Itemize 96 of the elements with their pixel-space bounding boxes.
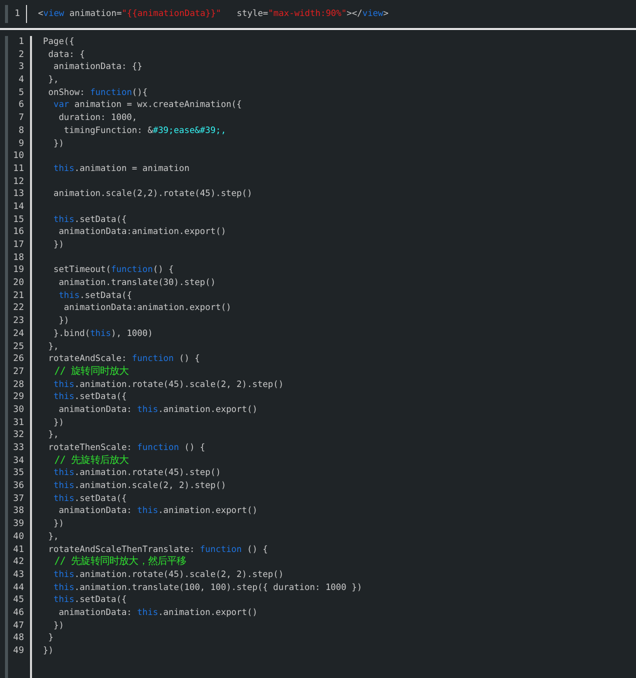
line-number: 34 <box>13 454 24 468</box>
code-line: }) <box>52 416 65 430</box>
code-line: animationData: this.animation.export() <box>58 505 258 518</box>
code-line: rotateThenScale: function () { <box>47 442 206 454</box>
line-number: 11 <box>13 162 24 176</box>
code-line: onShow: function(){ <box>47 86 149 100</box>
code-line: animation.translate(30).step() <box>58 277 217 290</box>
line-number: 24 <box>13 328 24 340</box>
line-number: 5 <box>18 86 24 100</box>
line-number: 1 <box>18 36 24 49</box>
code-line: this.setData({ <box>52 492 128 506</box>
code-line: rotateAndScale: function () { <box>47 353 201 366</box>
line-number: 45 <box>13 594 24 607</box>
line-number: 43 <box>13 568 24 582</box>
code-line: this.animation.scale(2, 2).step() <box>52 480 228 493</box>
code-line: Page({ <box>43 36 76 49</box>
code-line: timingFunction: &#39;ease&#39;, <box>62 124 228 138</box>
line-number: 35 <box>13 467 24 480</box>
line-number: 2 <box>18 48 24 62</box>
line-number: 37 <box>13 492 24 506</box>
line-number: 25 <box>13 340 24 354</box>
code-line: }) <box>52 518 65 531</box>
line-number: 13 <box>13 188 24 201</box>
line-number: 18 <box>13 252 24 264</box>
line-number: 36 <box>13 480 24 493</box>
line-number: 23 <box>13 315 24 328</box>
line-number: 20 <box>13 277 24 290</box>
code-line: // 先旋转后放大 <box>53 454 130 468</box>
line-number: 30 <box>13 404 24 417</box>
line-number: 1 <box>14 9 20 19</box>
line-number: 29 <box>13 391 24 404</box>
code-line: }, <box>47 530 60 544</box>
code-line: animationData: this.animation.export() <box>58 606 258 620</box>
code-line: rotateAndScaleThenTranslate: function () { <box>47 544 269 556</box>
code-line: duration: 1000, <box>58 112 138 125</box>
line-number: 32 <box>13 429 24 442</box>
code-line: }) <box>43 645 54 658</box>
line-number: 44 <box>13 582 24 594</box>
code-line: // 旋转同时放大 <box>53 366 130 379</box>
code-line: this.setData({ <box>52 594 128 607</box>
line-number: 47 <box>13 620 24 632</box>
line-number: 4 <box>18 74 24 87</box>
code-line: this.animation = animation <box>52 162 190 176</box>
code-line: }, <box>47 340 60 354</box>
code-line: animationData:animation.export() <box>58 226 228 239</box>
code-line: this.setData({ <box>52 391 128 404</box>
line-number: 27 <box>13 366 24 379</box>
line-number: 39 <box>13 518 24 531</box>
line-number: 46 <box>13 606 24 620</box>
line-number: 33 <box>13 442 24 455</box>
line-number: 19 <box>13 264 24 278</box>
code-line: this.setData({ <box>52 214 128 226</box>
line-number: 16 <box>13 226 24 239</box>
code-line: var animation = wx.createAnimation({ <box>52 99 243 112</box>
line-number: 17 <box>13 239 24 252</box>
code-line: }.bind(this), 1000) <box>52 328 154 340</box>
code-line: this.animation.rotate(45).scale(2, 2).step() <box>52 568 285 582</box>
line-number: 49 <box>13 645 24 658</box>
code-line: animation.scale(2,2).rotate(45).step() <box>52 188 254 201</box>
code-line: this.animation.rotate(45).step() <box>52 467 222 480</box>
code-line: animationData: {} <box>52 61 144 74</box>
line-number: 6 <box>18 99 24 112</box>
line-number: 31 <box>13 416 24 430</box>
line-number: 15 <box>13 214 24 226</box>
code-line: this.setData({ <box>58 290 133 302</box>
line-number: 9 <box>18 138 24 150</box>
line-number: 10 <box>13 150 24 163</box>
line-number: 28 <box>13 378 24 392</box>
line-number: 21 <box>13 290 24 302</box>
code-line: this.animation.rotate(45).scale(2, 2).step() <box>52 378 285 392</box>
line-number: 12 <box>13 176 24 188</box>
code-line: animationData:animation.export() <box>62 302 232 316</box>
code-line: this.animation.translate(100, 100).step({ duration: 1000 }) <box>52 582 362 594</box>
line-number: 14 <box>13 200 24 214</box>
code-line: animationData: this.animation.export() <box>58 404 258 417</box>
line-number: 41 <box>13 544 24 556</box>
line-number: 8 <box>18 124 24 138</box>
line-number: 26 <box>13 353 24 366</box>
code-line: }) <box>52 138 65 150</box>
code-line: }) <box>58 315 70 328</box>
code-line: setTimeout(function() { <box>52 264 175 278</box>
code-line: data: { <box>47 48 86 62</box>
code-line: }, <box>47 429 60 442</box>
line-number: 22 <box>13 302 24 316</box>
line-number: 48 <box>13 632 24 645</box>
code-line: } <box>47 632 54 645</box>
code-line: }, <box>47 74 60 87</box>
code-line: }) <box>52 239 65 252</box>
code-line: // 先旋转同时放大，然后平移 <box>53 556 188 569</box>
line-number: 7 <box>18 112 24 125</box>
code-line: }) <box>52 620 65 632</box>
line-number: 3 <box>18 61 24 74</box>
line-number: 38 <box>13 505 24 518</box>
code-line: <view animation="{{animationData}}" style="max-width:90%"></view> <box>38 8 388 21</box>
line-number: 42 <box>13 556 24 569</box>
line-number: 40 <box>13 530 24 544</box>
